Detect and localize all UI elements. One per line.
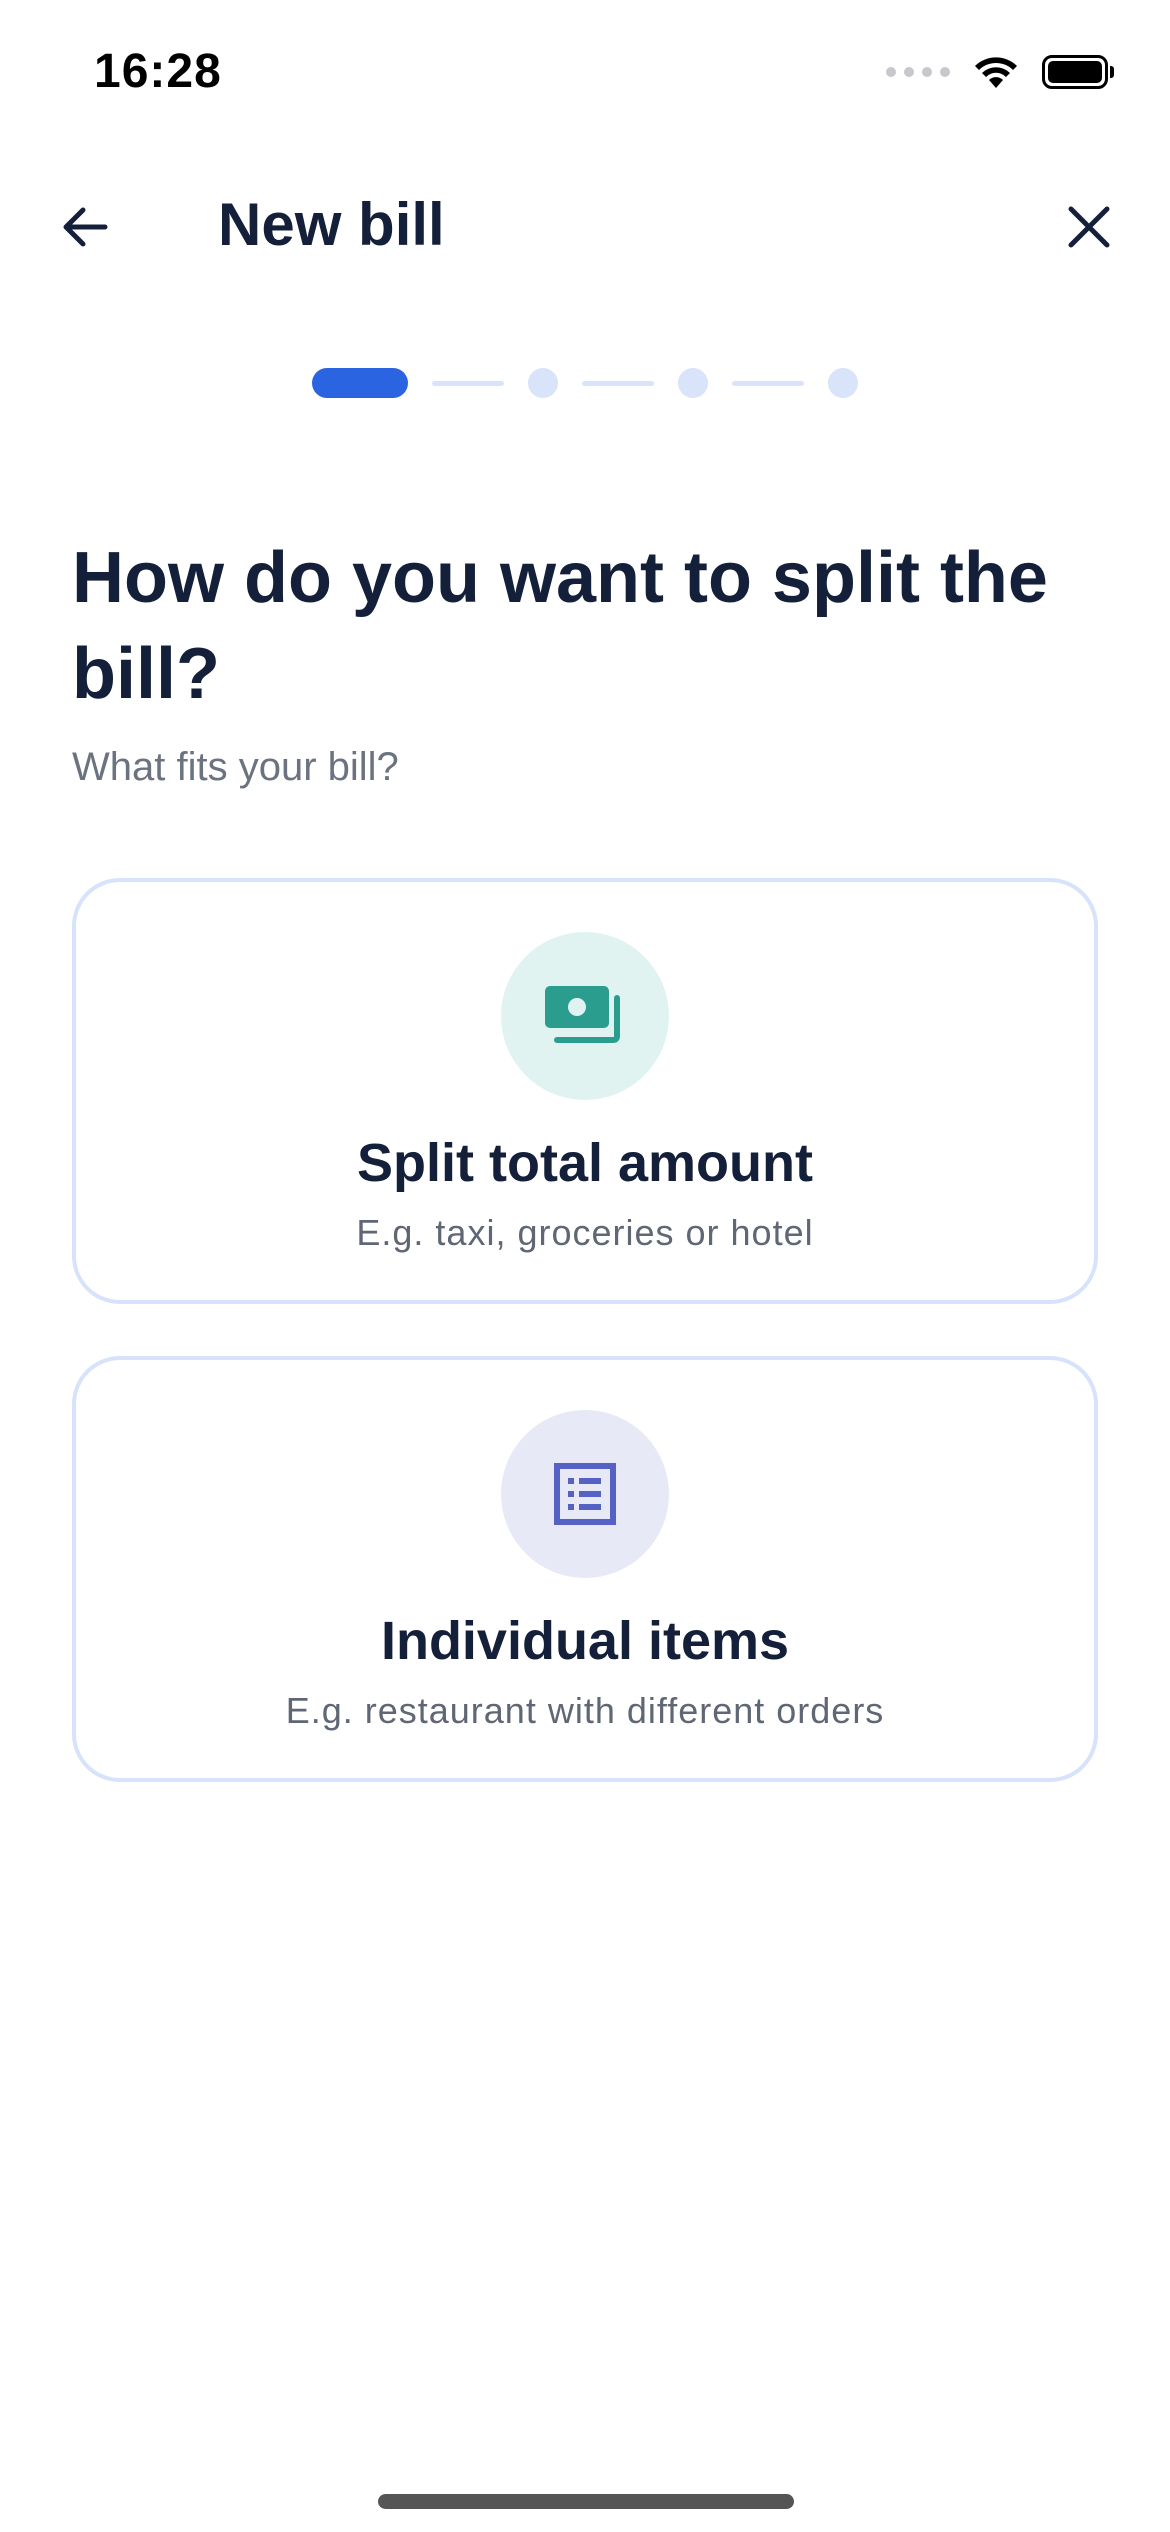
status-time: 16:28	[94, 45, 222, 98]
status-bar: 16:28	[0, 0, 1170, 150]
step-indicator	[678, 368, 708, 398]
step-indicator-active	[312, 368, 408, 398]
icon-circle	[501, 932, 669, 1100]
option-title: Split total amount	[357, 1133, 813, 1193]
step-indicator	[828, 368, 858, 398]
status-icons	[886, 54, 1114, 90]
step-connector	[432, 380, 504, 386]
wifi-icon	[975, 57, 1017, 88]
back-button[interactable]	[50, 192, 120, 262]
list-icon	[554, 1463, 616, 1525]
screen: 16:28 New bill How do you want to split …	[0, 0, 1170, 2532]
close-button[interactable]	[1054, 192, 1124, 262]
subheading: What fits your bill?	[72, 745, 399, 789]
step-connector	[732, 380, 804, 386]
battery-icon	[1042, 55, 1114, 89]
option-individual-items[interactable]: Individual items E.g. restaurant with di…	[72, 1356, 1098, 1782]
page-title: New bill	[218, 191, 445, 258]
cellular-signal-icon	[886, 67, 950, 77]
option-split-total-amount[interactable]: Split total amount E.g. taxi, groceries …	[72, 878, 1098, 1304]
step-connector	[582, 380, 654, 386]
step-indicator	[528, 368, 558, 398]
option-description: E.g. taxi, groceries or hotel	[356, 1212, 814, 1253]
arrow-left-icon	[63, 207, 108, 247]
close-icon	[1068, 206, 1110, 248]
option-title: Individual items	[380, 1611, 790, 1671]
progress-stepper	[312, 366, 858, 400]
home-indicator[interactable]	[378, 2494, 794, 2509]
main-heading: How do you want to split the bill?	[72, 538, 1048, 714]
option-description: E.g. restaurant with different orders	[285, 1690, 885, 1731]
cash-icon	[545, 986, 620, 1043]
nav-header: New bill	[0, 180, 1170, 270]
icon-circle	[501, 1410, 669, 1578]
